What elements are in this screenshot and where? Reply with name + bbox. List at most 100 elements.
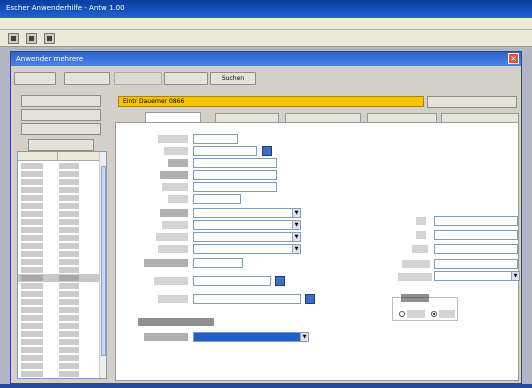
list-item[interactable] — [18, 170, 100, 178]
nav-button-1[interactable] — [21, 95, 101, 107]
form-field-7[interactable] — [193, 276, 271, 286]
form-field-8[interactable] — [193, 294, 301, 304]
action-button-row: Suchen — [14, 72, 519, 86]
list-item[interactable] — [18, 378, 100, 379]
list-item[interactable] — [18, 258, 100, 266]
action-button-1[interactable] — [14, 72, 56, 85]
list-item[interactable] — [18, 274, 100, 282]
menu-item[interactable] — [107, 19, 133, 29]
form-field-1[interactable] — [193, 134, 238, 144]
list-item[interactable] — [18, 242, 100, 250]
form-select-3[interactable]: ▼ — [193, 232, 301, 242]
record-action-button[interactable] — [427, 96, 517, 108]
action-button-2[interactable] — [64, 72, 110, 85]
list-item[interactable] — [18, 186, 100, 194]
radio-option-2[interactable] — [431, 311, 437, 317]
action-button-3[interactable] — [114, 72, 162, 85]
chevron-down-icon[interactable]: ▼ — [292, 245, 300, 253]
lookup-button[interactable] — [305, 294, 315, 304]
field-label — [402, 260, 430, 268]
right-field-4[interactable] — [434, 259, 518, 269]
list-item[interactable] — [18, 298, 100, 306]
menu-item[interactable] — [4, 19, 30, 29]
nav-button-2[interactable] — [21, 109, 101, 121]
lookup-button[interactable] — [275, 276, 285, 286]
date-field[interactable] — [193, 258, 243, 268]
list-scrollbar[interactable] — [99, 152, 106, 378]
list-item[interactable] — [18, 314, 100, 322]
right-select[interactable]: ▼ — [434, 271, 520, 281]
radio-option-1[interactable] — [399, 311, 405, 317]
toolbar — [0, 30, 532, 47]
list-item[interactable] — [18, 266, 100, 274]
menu-item[interactable] — [244, 19, 270, 29]
list-item[interactable] — [18, 354, 100, 362]
scrollbar-thumb[interactable] — [101, 166, 106, 356]
form-field-5[interactable] — [193, 182, 277, 192]
list-item[interactable] — [18, 322, 100, 330]
list-item[interactable] — [18, 194, 100, 202]
tab-2[interactable] — [215, 113, 279, 122]
form-select-1[interactable]: ▼ — [193, 208, 301, 218]
list-item[interactable] — [18, 282, 100, 290]
list-item[interactable] — [18, 330, 100, 338]
list-item[interactable] — [18, 218, 100, 226]
menu-item[interactable] — [72, 19, 98, 29]
menu-item[interactable] — [209, 19, 235, 29]
nav-button-3[interactable] — [21, 123, 101, 135]
form-select-4[interactable]: ▼ — [193, 244, 301, 254]
list-item[interactable] — [18, 306, 100, 314]
tab-1[interactable] — [145, 112, 201, 122]
chevron-down-icon[interactable]: ▼ — [292, 221, 300, 229]
menu-item[interactable] — [175, 19, 201, 29]
list-cell — [59, 355, 79, 361]
form-select-2[interactable]: ▼ — [193, 220, 301, 230]
list-cell — [21, 219, 43, 225]
chevron-down-icon[interactable]: ▼ — [511, 272, 519, 280]
chevron-down-icon[interactable]: ▼ — [292, 209, 300, 217]
list-item[interactable] — [18, 234, 100, 242]
list-item[interactable] — [18, 210, 100, 218]
list-cell — [21, 291, 43, 297]
list-item[interactable] — [18, 162, 100, 170]
form-field-2[interactable] — [193, 146, 257, 156]
close-icon[interactable] — [44, 33, 55, 44]
search-button[interactable]: Suchen — [210, 72, 256, 85]
list-item[interactable] — [18, 346, 100, 354]
list-item[interactable] — [18, 370, 100, 378]
section-select[interactable]: ▼ — [193, 332, 309, 342]
form-field-4[interactable] — [193, 170, 277, 180]
field-label — [168, 195, 188, 203]
right-field-2[interactable] — [434, 230, 518, 240]
chevron-down-icon[interactable]: ▼ — [292, 233, 300, 241]
right-field-1[interactable] — [434, 216, 518, 226]
menu-item[interactable] — [38, 19, 64, 29]
field-label — [144, 333, 188, 341]
list-cell — [21, 235, 43, 241]
nav-button-4[interactable] — [28, 139, 94, 151]
list-column-header[interactable] — [18, 152, 58, 161]
list-item[interactable] — [18, 202, 100, 210]
list-item[interactable] — [18, 290, 100, 298]
menu-item[interactable] — [141, 19, 167, 29]
list-cell — [59, 275, 79, 281]
tab-4[interactable] — [367, 113, 437, 122]
tab-3[interactable] — [285, 113, 361, 122]
close-icon[interactable]: × — [508, 53, 519, 64]
list-item[interactable] — [18, 226, 100, 234]
form-field-6[interactable] — [193, 194, 241, 204]
save-icon[interactable] — [8, 33, 19, 44]
right-field-3[interactable] — [434, 244, 518, 254]
list-item[interactable] — [18, 338, 100, 346]
list-item[interactable] — [18, 250, 100, 258]
list-column-header[interactable] — [58, 152, 100, 161]
print-icon[interactable] — [26, 33, 37, 44]
form-field-3[interactable] — [193, 158, 277, 168]
record-list[interactable] — [17, 151, 107, 379]
list-item[interactable] — [18, 178, 100, 186]
action-button-4[interactable] — [164, 72, 208, 85]
tab-5[interactable] — [441, 113, 519, 122]
chevron-down-icon[interactable]: ▼ — [300, 333, 308, 341]
list-item[interactable] — [18, 362, 100, 370]
lookup-button[interactable] — [262, 146, 272, 156]
